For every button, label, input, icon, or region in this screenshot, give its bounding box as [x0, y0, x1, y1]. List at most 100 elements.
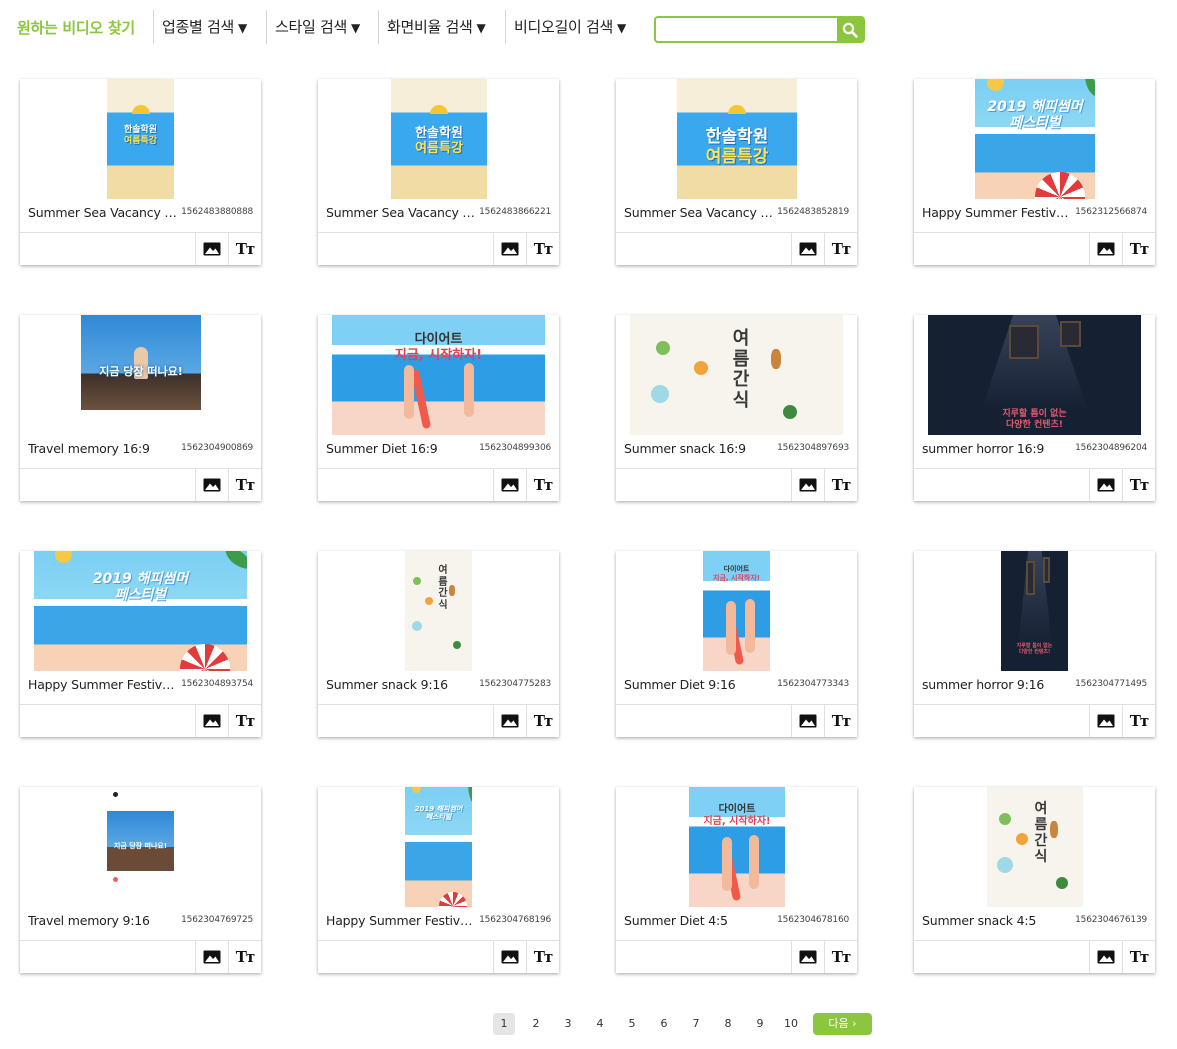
video-thumbnail[interactable]: 여름간식 — [405, 551, 472, 671]
video-title[interactable]: Summer Sea Vacancy 4:5 — [326, 205, 476, 220]
video-title[interactable]: summer horror 16:9 — [922, 441, 1072, 456]
video-thumbnail[interactable]: 지금 당장 떠나요! — [81, 315, 201, 421]
thumbnail-area[interactable]: 지금 당장 떠나요! — [20, 787, 261, 907]
video-thumbnail[interactable]: 다이어트 지금, 시작하자! — [703, 551, 770, 671]
text-edit-button[interactable]: Tт — [1122, 233, 1155, 265]
image-edit-button[interactable] — [791, 233, 824, 265]
text-edit-button[interactable]: Tт — [228, 705, 261, 737]
text-edit-button[interactable]: Tт — [526, 941, 559, 973]
thumbnail-area[interactable]: 여름간식 — [616, 315, 857, 435]
video-thumbnail[interactable]: 지루할 틈이 없는 다양한 컨텐츠! — [928, 315, 1141, 435]
video-title[interactable]: Happy Summer Festiv… — [28, 677, 178, 692]
thumbnail-area[interactable]: 여름간식 — [318, 551, 559, 671]
filter-style[interactable]: 스타일 검색 ▼ — [266, 10, 360, 44]
image-edit-button[interactable] — [195, 705, 228, 737]
text-edit-button[interactable]: Tт — [1122, 941, 1155, 973]
text-edit-button[interactable]: Tт — [824, 941, 857, 973]
video-title[interactable]: Summer Sea Vacancy … — [28, 205, 178, 220]
thumbnail-area[interactable]: 한솔학원 여름특강 — [20, 79, 261, 199]
thumb-title: 여름간식 — [438, 565, 448, 611]
video-title[interactable]: Happy Summer Festiva… — [922, 205, 1072, 220]
video-thumbnail[interactable]: 2019 해피썸머 페스티벌 — [975, 79, 1095, 199]
thumbnail-area[interactable]: 한솔학원 여름특강 — [616, 79, 857, 199]
video-thumbnail[interactable]: 여름간식 — [987, 787, 1083, 907]
image-edit-button[interactable] — [195, 941, 228, 973]
page-button-6[interactable]: 6 — [653, 1013, 675, 1035]
image-edit-button[interactable] — [493, 941, 526, 973]
image-edit-button[interactable] — [493, 469, 526, 501]
text-edit-button[interactable]: Tт — [526, 705, 559, 737]
thumbnail-area[interactable]: 다이어트 지금, 시작하자! — [616, 551, 857, 671]
text-edit-button[interactable]: Tт — [824, 705, 857, 737]
thumbnail-area[interactable]: 지금 당장 떠나요! — [20, 315, 261, 435]
video-thumbnail[interactable]: 2019 해피썸머 페스티벌 — [34, 551, 247, 671]
text-edit-button[interactable]: Tт — [526, 233, 559, 265]
page-button-3[interactable]: 3 — [557, 1013, 579, 1035]
video-thumbnail[interactable]: 여름간식 — [630, 315, 843, 435]
thumbnail-area[interactable]: 지루할 틈이 없는 다양한 컨텐츠! — [914, 551, 1155, 671]
image-edit-button[interactable] — [791, 941, 824, 973]
video-title[interactable]: Summer Diet 4:5 — [624, 913, 774, 928]
video-thumbnail[interactable]: 지금 당장 떠나요! — [107, 787, 174, 907]
page-button-7[interactable]: 7 — [685, 1013, 707, 1035]
video-title[interactable]: Summer Diet 9:16 — [624, 677, 774, 692]
text-edit-button[interactable]: Tт — [824, 469, 857, 501]
search-input[interactable] — [656, 18, 837, 41]
text-edit-button[interactable]: Tт — [228, 233, 261, 265]
video-title[interactable]: Summer snack 16:9 — [624, 441, 774, 456]
image-edit-button[interactable] — [195, 469, 228, 501]
image-edit-button[interactable] — [1089, 941, 1122, 973]
thumbnail-area[interactable]: 2019 해피썸머 페스티벌 — [914, 79, 1155, 199]
text-edit-button[interactable]: Tт — [228, 469, 261, 501]
brand-title[interactable]: 원하는 비디오 찾기 — [17, 17, 135, 38]
thumbnail-area[interactable]: 다이어트 지금, 시작하자! — [318, 315, 559, 435]
page-button-1[interactable]: 1 — [493, 1013, 515, 1035]
video-title[interactable]: Travel memory 9:16 — [28, 913, 178, 928]
page-button-8[interactable]: 8 — [717, 1013, 739, 1035]
page-button-4[interactable]: 4 — [589, 1013, 611, 1035]
next-page-button[interactable]: 다음 › — [813, 1013, 872, 1035]
video-thumbnail[interactable]: 한솔학원 여름특강 — [107, 79, 174, 199]
thumbnail-area[interactable]: 2019 해피썸머 페스티벌 — [318, 787, 559, 907]
image-edit-button[interactable] — [1089, 469, 1122, 501]
video-thumbnail[interactable]: 2019 해피썸머 페스티벌 — [405, 787, 472, 907]
video-thumbnail[interactable]: 한솔학원 여름특강 — [677, 79, 797, 199]
text-edit-button[interactable]: Tт — [228, 941, 261, 973]
image-edit-button[interactable] — [493, 705, 526, 737]
text-edit-button[interactable]: Tт — [1122, 705, 1155, 737]
page-button-2[interactable]: 2 — [525, 1013, 547, 1035]
image-edit-button[interactable] — [1089, 705, 1122, 737]
video-title[interactable]: Summer snack 9:16 — [326, 677, 476, 692]
text-edit-button[interactable]: Tт — [1122, 469, 1155, 501]
image-edit-button[interactable] — [791, 469, 824, 501]
thumbnail-area[interactable]: 다이어트 지금, 시작하자! — [616, 787, 857, 907]
text-edit-button[interactable]: Tт — [824, 233, 857, 265]
thumbnail-area[interactable]: 지루할 틈이 없는 다양한 컨텐츠! — [914, 315, 1155, 435]
video-title[interactable]: summer horror 9:16 — [922, 677, 1072, 692]
page-button-10[interactable]: 10 — [780, 1013, 802, 1035]
search-button[interactable] — [837, 18, 863, 41]
filter-industry[interactable]: 업종별 검색 ▼ — [153, 10, 247, 44]
video-thumbnail[interactable]: 지루할 틈이 없는 다양한 컨텐츠! — [1001, 551, 1068, 671]
video-card: 2019 해피썸머 페스티벌 Happy Summer Festiv… 1562304… — [20, 551, 261, 737]
video-thumbnail[interactable]: 다이어트 지금, 시작하자! — [689, 787, 785, 907]
video-title[interactable]: Travel memory 16:9 — [28, 441, 178, 456]
page-button-5[interactable]: 5 — [621, 1013, 643, 1035]
page-button-9[interactable]: 9 — [749, 1013, 771, 1035]
video-thumbnail[interactable]: 다이어트 지금, 시작하자! — [332, 315, 545, 435]
video-title[interactable]: Summer snack 4:5 — [922, 913, 1072, 928]
video-thumbnail[interactable]: 한솔학원 여름특강 — [391, 79, 487, 199]
text-edit-button[interactable]: Tт — [526, 469, 559, 501]
video-title[interactable]: Happy Summer Festiva… — [326, 913, 476, 928]
video-title[interactable]: Summer Sea Vacancy 1:1 — [624, 205, 774, 220]
filter-aspect-ratio[interactable]: 화면비율 검색 ▼ — [378, 10, 486, 44]
image-edit-button[interactable] — [1089, 233, 1122, 265]
image-edit-button[interactable] — [493, 233, 526, 265]
thumbnail-area[interactable]: 한솔학원 여름특강 — [318, 79, 559, 199]
thumbnail-area[interactable]: 여름간식 — [914, 787, 1155, 907]
thumbnail-area[interactable]: 2019 해피썸머 페스티벌 — [20, 551, 261, 671]
video-title[interactable]: Summer Diet 16:9 — [326, 441, 476, 456]
image-edit-button[interactable] — [791, 705, 824, 737]
image-edit-button[interactable] — [195, 233, 228, 265]
filter-video-length[interactable]: 비디오길이 검색 ▼ — [505, 10, 626, 44]
